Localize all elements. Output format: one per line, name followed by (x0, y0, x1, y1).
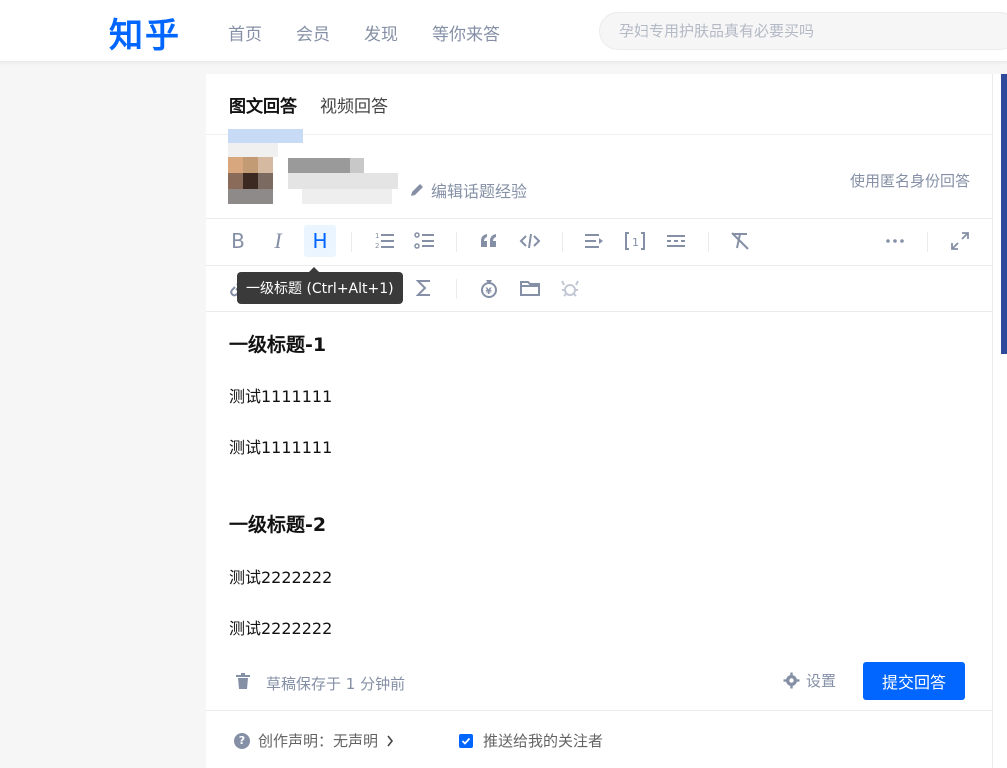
divider (206, 134, 992, 135)
paragraph[interactable]: 测试2222222 (229, 615, 332, 639)
divider (206, 311, 992, 312)
folder-icon[interactable] (514, 272, 546, 304)
editor-toolbar-row-1: B I H 12 1 (206, 218, 992, 264)
check-icon (461, 737, 471, 745)
clear-format-icon[interactable] (724, 225, 756, 257)
anonymous-answer-toggle[interactable]: 使用匿名身份回答 (850, 170, 970, 191)
nav-home[interactable]: 首页 (228, 20, 262, 45)
edit-topic-label: 编辑话题经验 (431, 182, 528, 201)
svg-text:2: 2 (375, 242, 379, 250)
separator (927, 232, 928, 252)
nav-waiting-answers[interactable]: 等你来答 (432, 20, 500, 45)
author-name-blurred (288, 158, 398, 204)
settings-label: 设置 (806, 672, 837, 690)
gear-icon (783, 672, 800, 689)
settings-button[interactable]: 设置 (783, 670, 836, 691)
paragraph[interactable]: 测试1111111 (229, 434, 332, 458)
right-banner-edge (1001, 74, 1007, 354)
nav-vip[interactable]: 会员 (296, 20, 330, 45)
separator (351, 232, 352, 252)
divider (206, 710, 992, 711)
question-icon: ? (234, 732, 250, 749)
divider-icon[interactable] (660, 225, 692, 257)
nav-discover[interactable]: 发现 (364, 20, 398, 45)
crab-icon[interactable] (554, 272, 586, 304)
separator (456, 232, 457, 252)
quote-icon[interactable] (473, 225, 505, 257)
edit-topic-experience-link[interactable]: 编辑话题经验 (409, 178, 527, 202)
svg-text:1: 1 (632, 236, 639, 249)
tab-video-answer[interactable]: 视频回答 (320, 92, 388, 117)
bold-icon[interactable]: B (222, 225, 254, 257)
push-label: 推送给我的关注者 (483, 732, 604, 750)
svg-text:¥: ¥ (486, 287, 493, 297)
zhihu-logo[interactable]: 知乎 (109, 8, 181, 57)
svg-text:1: 1 (375, 232, 379, 240)
answer-editor-card: 图文回答 视频回答 编辑话题经验 使用匿名身份回答 B I H 12 1 ¥ 一… (206, 74, 992, 768)
separator (562, 232, 563, 252)
top-bar: 知乎 首页 会员 发现 等你来答 孕妇专用护肤品真有必要买吗 (0, 0, 1007, 62)
indent-icon[interactable] (578, 225, 610, 257)
editor-footer: 草稿保存于 1 分钟前 设置 提交回答 (206, 660, 992, 706)
chevron-right-icon (387, 735, 394, 746)
draft-saved-status: 草稿保存于 1 分钟前 (266, 675, 406, 693)
fullscreen-icon[interactable] (944, 225, 976, 257)
more-icon[interactable] (879, 225, 911, 257)
ordered-list-icon[interactable]: 12 (369, 225, 401, 257)
heading-tooltip: 一级标题 (Ctrl+Alt+1) (237, 267, 403, 304)
search-input[interactable]: 孕妇专用护肤品真有必要买吗 (599, 12, 1007, 50)
creation-declaration-link[interactable]: ? 创作声明：无声明 (234, 730, 394, 751)
separator (456, 279, 457, 299)
separator (708, 232, 709, 252)
italic-icon[interactable]: I (262, 225, 294, 257)
submit-answer-button[interactable]: 提交回答 (863, 662, 965, 700)
trash-icon[interactable] (234, 672, 252, 690)
avatar[interactable] (228, 129, 303, 204)
heading-1[interactable]: 一级标题-2 (229, 510, 326, 537)
formula-icon[interactable] (408, 272, 440, 304)
declaration-label: 创作声明：无声明 (258, 732, 379, 750)
paragraph[interactable]: 测试2222222 (229, 564, 332, 588)
push-checkbox[interactable] (459, 733, 473, 748)
main-nav: 首页 会员 发现 等你来答 (228, 20, 534, 45)
tab-text-answer[interactable]: 图文回答 (229, 92, 297, 117)
heading-1[interactable]: 一级标题-1 (229, 330, 326, 357)
answer-type-tabs: 图文回答 视频回答 (229, 92, 388, 117)
paragraph[interactable]: 测试1111111 (229, 383, 332, 407)
reference-icon[interactable]: 1 (619, 225, 651, 257)
push-to-followers-option[interactable]: 推送给我的关注者 (459, 730, 603, 751)
heading-icon[interactable]: H (304, 225, 336, 257)
bullet-list-icon[interactable] (409, 225, 441, 257)
code-icon[interactable] (514, 225, 546, 257)
money-bag-icon[interactable]: ¥ (473, 272, 505, 304)
pencil-icon (411, 184, 423, 196)
